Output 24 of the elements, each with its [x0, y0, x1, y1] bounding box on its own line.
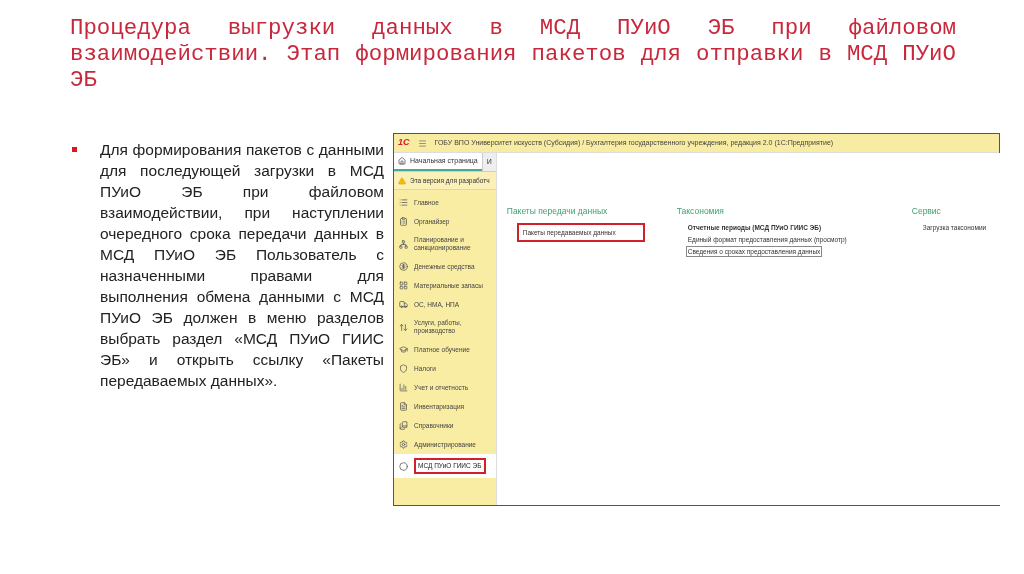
settings-icon: [399, 440, 408, 449]
books-icon: [399, 421, 408, 430]
app-logo: 1С: [398, 136, 410, 150]
grid-icon: [399, 281, 408, 290]
bullet-text: Для формирования пакетов с данными для последующей загрузки в МСД ПУиО ЭБ при файловом взаимодействии, при наступлении очередного срока передачи данных в МСД ПУиО ЭБ Пользователь с назначенными правами для выполнения обмена данными с МСД ПУиО ЭБ должен в меню разделов выбрать раздел «МСД ПУиО ГИИС ЭБ» и открыть ссылку «Пакеты передаваемых данных».: [100, 140, 384, 391]
clipboard-icon: [399, 217, 408, 226]
list-icon: [399, 198, 408, 207]
menu-icon[interactable]: [417, 138, 427, 148]
chart-icon: [399, 383, 408, 392]
coin-icon: [399, 262, 408, 271]
document-icon: [399, 402, 408, 411]
truck-icon: [399, 300, 408, 309]
warning-icon: [398, 176, 406, 185]
graduation-cap-icon: [399, 345, 408, 354]
circle-icon: [399, 461, 408, 471]
section-title: Таксономия: [676, 205, 725, 218]
arrows-icon: [399, 322, 408, 332]
slide-title: Процедура выгрузки данных в МСД ПУиО ЭБ при файловом взаимодействии. Этап формирования пакетов для отправки в МСД ПУиО ЭБ: [70, 15, 956, 93]
bullet-icon: [72, 147, 77, 152]
hierarchy-icon: [399, 239, 408, 249]
home-icon: [398, 157, 406, 165]
section-title: Пакеты передачи данных: [506, 205, 609, 218]
section-title: Сервис: [911, 205, 942, 218]
shield-icon: [399, 364, 408, 373]
